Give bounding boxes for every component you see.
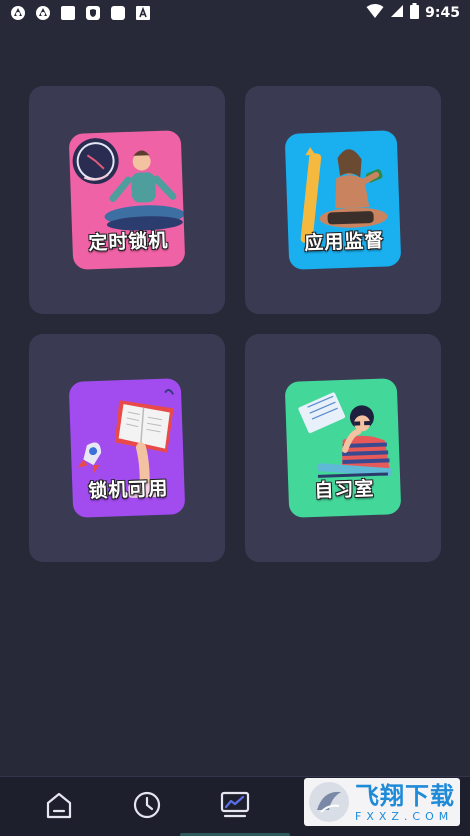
- rocket-book-illustration: 锁机可用: [68, 378, 186, 518]
- system-status: 9:45: [366, 3, 460, 23]
- shield-notification-icon: [85, 5, 101, 21]
- signal-icon: [390, 4, 404, 22]
- nav-clock-button[interactable]: [131, 791, 163, 823]
- card-label: 自习室: [314, 477, 375, 503]
- study-room-illustration: 自习室: [284, 378, 402, 518]
- watermark-title: 飞翔下载: [355, 781, 455, 810]
- app-notification-icon: [35, 5, 51, 21]
- phone-user-illustration: 应用监督: [284, 130, 402, 270]
- app-supervision-card[interactable]: 应用监督: [245, 86, 441, 314]
- status-bar: 9:45: [0, 0, 470, 26]
- clock-icon: [132, 790, 162, 824]
- watermark-domain: FXXZ.COM: [355, 809, 454, 823]
- card-label: 锁机可用: [88, 477, 169, 503]
- nav-home-button[interactable]: [43, 791, 75, 823]
- lock-available-card[interactable]: 锁机可用: [29, 334, 225, 562]
- timed-lock-card[interactable]: 定时锁机: [29, 86, 225, 314]
- square-notification-icon: [110, 5, 126, 21]
- home-icon: [44, 790, 74, 824]
- clock-time: 9:45: [425, 5, 460, 21]
- app-notification-icon: [10, 5, 26, 21]
- watermark: 飞翔下载 FXXZ.COM: [304, 778, 460, 826]
- meditation-timer-illustration: 定时锁机: [68, 130, 186, 270]
- text-notification-icon: [135, 5, 151, 21]
- study-room-card[interactable]: 自习室: [245, 334, 441, 562]
- battery-icon: [410, 3, 420, 23]
- card-label: 应用监督: [304, 229, 385, 255]
- nav-stats-button[interactable]: [219, 791, 251, 823]
- chart-icon: [219, 790, 251, 824]
- card-label: 定时锁机: [88, 229, 169, 255]
- notification-icons: [10, 5, 151, 21]
- wifi-icon: [366, 3, 384, 23]
- square-notification-icon: [60, 5, 76, 21]
- watermark-logo-icon: [307, 780, 351, 824]
